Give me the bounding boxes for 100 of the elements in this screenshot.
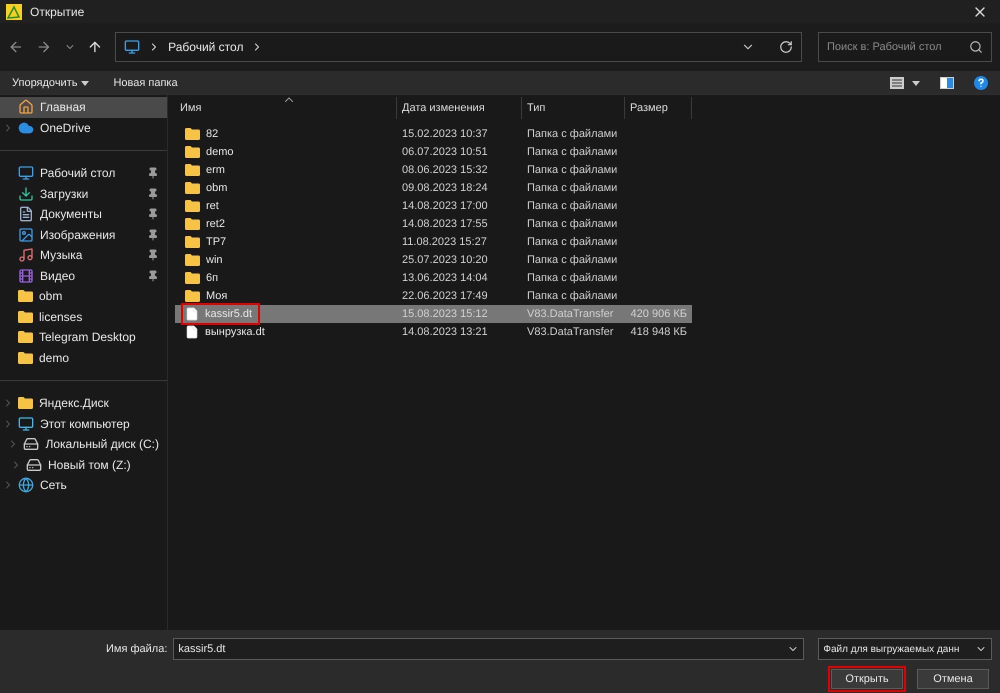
cloud-icon	[18, 120, 34, 136]
sidebar-item[interactable]: Главная	[0, 97, 167, 118]
type-cell-text: Папка с файлами	[526, 234, 618, 250]
sidebar-item-label: OneDrive	[40, 120, 92, 137]
type-cell-text: Папка с файлами	[526, 162, 618, 178]
date-cell-text: 08.06.2023 15:32	[401, 162, 489, 178]
back-icon[interactable]	[8, 39, 24, 55]
sidebar-item[interactable]: obm	[0, 286, 167, 306]
pin-icon	[147, 270, 159, 282]
file-type-dropdown[interactable]: Файл для выгружаемых данн	[818, 638, 992, 660]
file-row[interactable]: 6п 13.06.2023 14:04 Папка с файлами	[175, 269, 692, 287]
network-icon	[18, 477, 34, 494]
folder-icon	[185, 182, 200, 194]
file-name: TP7	[206, 234, 226, 250]
sidebar-item[interactable]: Документы	[0, 204, 167, 224]
folder-icon	[185, 272, 200, 284]
organize-button[interactable]: Упорядочить	[12, 74, 90, 92]
sidebar-item[interactable]: Рабочий стол	[0, 163, 167, 184]
caret-icon[interactable]	[912, 80, 920, 86]
sidebar-item-label: Документы	[40, 206, 103, 224]
file-row[interactable]: erm 08.06.2023 15:32 Папка с файлами	[175, 161, 692, 179]
sidebar-item-label: Новый том (Z:)	[48, 456, 132, 474]
date-cell-text: 14.08.2023 17:55	[401, 216, 489, 232]
refresh-icon[interactable]	[779, 40, 794, 54]
pin-icon	[147, 188, 159, 200]
sidebar-item[interactable]: Музыка	[0, 245, 167, 266]
view-list-icon[interactable]	[890, 77, 904, 89]
file-row[interactable]: demo 06.07.2023 10:51 Папка с файлами	[175, 143, 692, 161]
document-icon	[18, 206, 34, 222]
column-header[interactable]: Дата изменения	[397, 97, 522, 119]
file-icon	[185, 307, 199, 321]
column-header[interactable]: Имя	[175, 97, 397, 119]
sidebar-item[interactable]: Сеть	[0, 475, 167, 496]
type-cell-text: Папка с файлами	[526, 126, 618, 142]
folder-icon	[185, 254, 200, 266]
file-row[interactable]: ret2 14.08.2023 17:55 Папка с файлами	[175, 215, 692, 233]
help-icon[interactable]	[974, 76, 988, 90]
filename-label: Имя файла:	[106, 642, 168, 657]
folder-icon	[185, 128, 200, 140]
computer-icon	[18, 416, 34, 432]
search-field[interactable]: Поиск в: Рабочий стол	[827, 38, 970, 56]
sidebar-item[interactable]: Загрузки	[0, 184, 167, 204]
file-row[interactable]: win 25.07.2023 10:20 Папка с файлами	[175, 251, 692, 269]
filename-field[interactable]: kassir5.dt	[178, 640, 788, 658]
sidebar-item[interactable]: Видео	[0, 266, 167, 286]
preview-pane-icon[interactable]	[940, 77, 954, 89]
sidebar-item-label: Этот компьютер	[40, 416, 131, 433]
search-box[interactable]: Поиск в: Рабочий стол	[818, 32, 992, 62]
file-row[interactable]: Моя 22.06.2023 17:49 Папка с файлами	[175, 287, 692, 305]
sidebar-item[interactable]: Яндекс.Диск	[0, 393, 167, 414]
forward-icon[interactable]	[36, 39, 52, 55]
folder-icon	[18, 331, 33, 344]
sidebar-item-label: Загрузки	[40, 186, 90, 203]
file-row[interactable]: obm 09.08.2023 18:24 Папка с файлами	[175, 179, 692, 197]
folder-icon	[185, 290, 200, 302]
folder-icon	[185, 218, 200, 230]
sidebar-item[interactable]: OneDrive	[0, 118, 167, 138]
file-name: 82	[206, 126, 218, 142]
sidebar-item[interactable]: Изображения	[0, 224, 167, 245]
type-cell-text: Папка с файлами	[526, 288, 618, 304]
cancel-button[interactable]: Отмена	[917, 669, 989, 689]
address-bar[interactable]: Рабочий стол	[115, 32, 802, 62]
column-header[interactable]: Тип	[522, 97, 625, 119]
folder-icon	[18, 310, 33, 323]
date-cell-text: 15.08.2023 15:12	[401, 306, 489, 322]
sidebar-item-label: demo	[39, 350, 70, 367]
filename-combo-box[interactable]: kassir5.dt	[173, 638, 804, 660]
sidebar-item[interactable]: Telegram Desktop	[0, 327, 167, 348]
date-cell-text: 13.06.2023 14:04	[401, 270, 489, 286]
sidebar-item[interactable]: Новый том (Z:)	[0, 454, 167, 475]
type-cell-text: Папка с файлами	[526, 270, 618, 286]
sidebar-item[interactable]: Этот компьютер	[0, 414, 167, 434]
type-cell-text: V83.DataTransfer	[526, 306, 614, 322]
sidebar-item[interactable]: licenses	[0, 306, 167, 327]
date-cell-text: 14.08.2023 13:21	[401, 324, 489, 340]
file-row[interactable]: kassir5.dt 15.08.2023 15:12 V83.DataTransfer 420 906 КБ	[175, 305, 692, 323]
sidebar-item[interactable]: Локальный диск (C:)	[0, 434, 167, 454]
pin-icon	[147, 249, 159, 262]
column-header[interactable]: Размер	[625, 97, 692, 119]
sidebar-item-label: Музыка	[40, 247, 84, 264]
picture-icon	[18, 226, 34, 243]
breadcrumb-item[interactable]: Рабочий стол	[168, 38, 244, 56]
sidebar-item-label: Изображения	[40, 226, 116, 244]
file-row[interactable]: вынрузка.dt 14.08.2023 13:21 V83.DataTransfer 418 948 КБ	[175, 323, 692, 341]
file-row[interactable]: 82 15.02.2023 10:37 Папка с файлами	[175, 125, 692, 143]
size-cell: 418 948 КБ	[630, 326, 687, 338]
file-row[interactable]: TP7 11.08.2023 15:27 Папка с файлами	[175, 233, 692, 251]
sidebar-item-label: Яндекс.Диск	[39, 395, 110, 412]
type-cell-text: Папка с файлами	[526, 144, 618, 160]
file-name: win	[206, 252, 223, 268]
new-folder-button[interactable]: Новая папка	[113, 74, 178, 92]
date-cell-text: 22.06.2023 17:49	[401, 288, 489, 304]
pin-icon	[147, 167, 159, 180]
drive-icon	[26, 456, 42, 473]
open-button[interactable]: Открыть	[831, 669, 903, 689]
file-row[interactable]: ret 14.08.2023 17:00 Папка с файлами	[175, 197, 692, 215]
folder-icon	[18, 290, 33, 302]
file-name: вынрузка.dt	[205, 324, 265, 340]
sidebar-item[interactable]: demo	[0, 348, 167, 368]
pin-icon	[147, 208, 159, 220]
